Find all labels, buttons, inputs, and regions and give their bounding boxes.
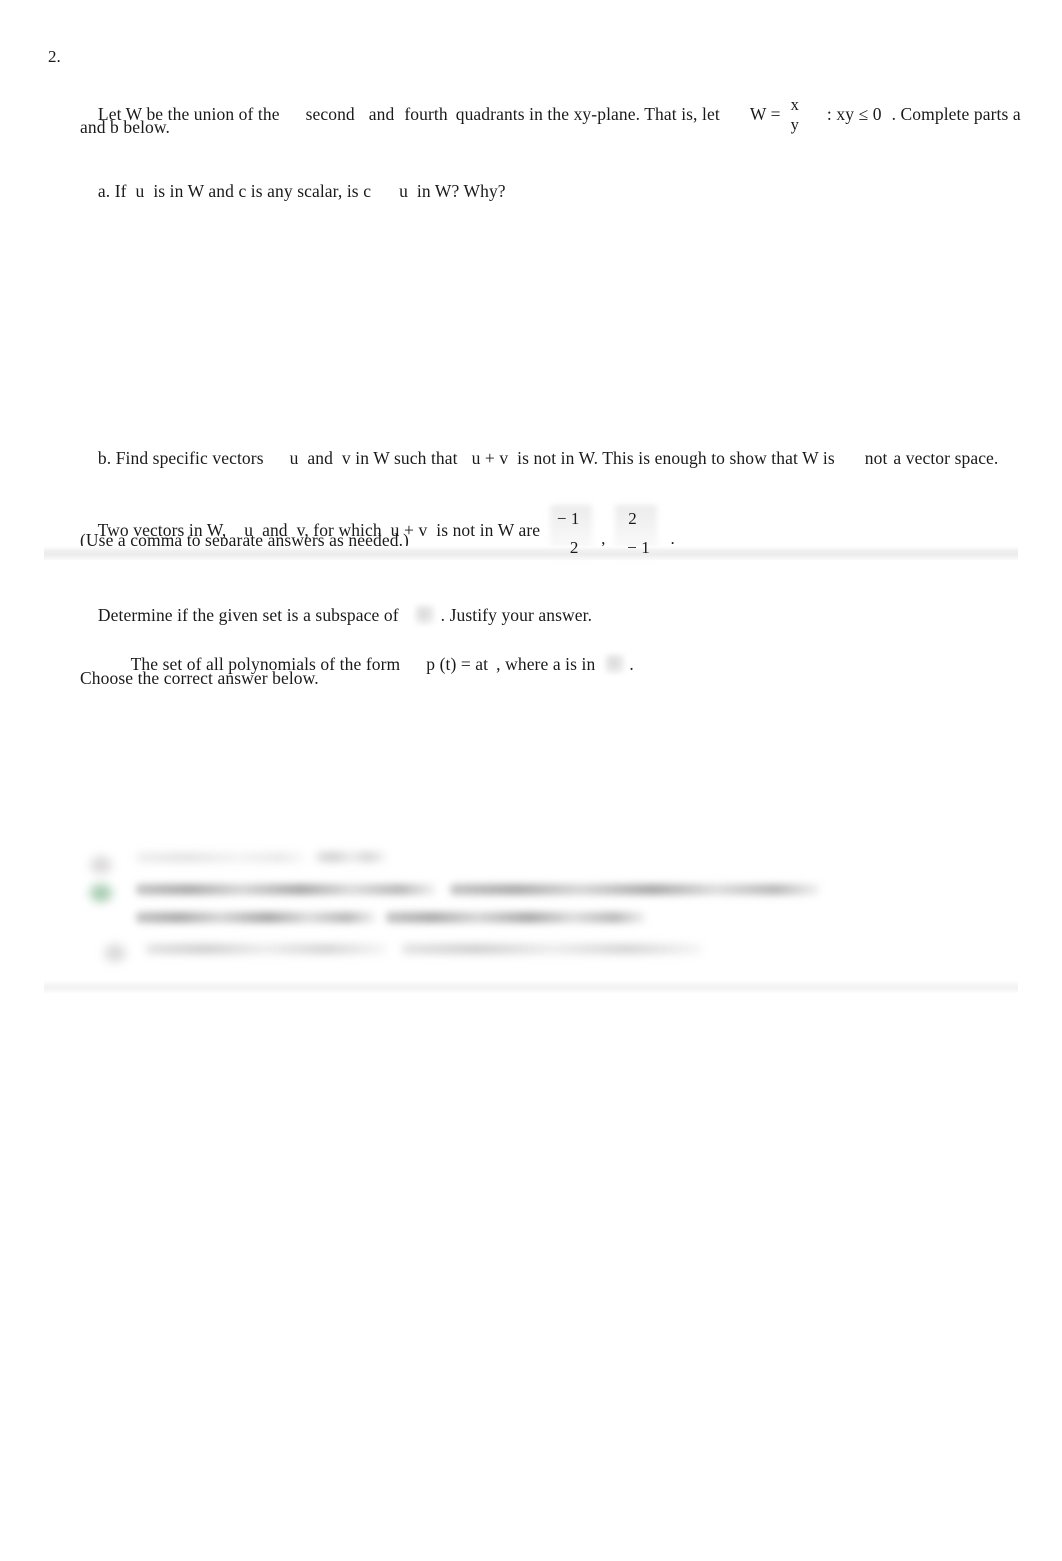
option-b-text-redacted-line2a	[136, 912, 376, 923]
vector-u-top-value: − 1	[556, 509, 580, 528]
answer-options-region	[0, 0, 1062, 1561]
answer-option-b[interactable]	[80, 876, 900, 932]
option-c-text-redacted-2	[402, 944, 702, 954]
answer-input-vector-v[interactable]: 2 − 1	[615, 505, 657, 561]
option-a-text-redacted-2	[316, 852, 386, 862]
answer-input-vector-u[interactable]: − 1 2	[550, 505, 592, 561]
radio-button-option-b-selected-icon[interactable]	[88, 882, 114, 904]
vector-v-bottom-value: − 1	[627, 538, 650, 557]
part-b-answer-vectors: − 1 2, 2− 1.	[550, 505, 675, 561]
vector-v-top-value: 2	[628, 509, 637, 528]
document-page: 2. Let W be the union of the second and fou…	[0, 0, 1062, 1561]
option-a-text-redacted-1	[136, 853, 306, 862]
vector-u-bottom-value: 2	[569, 538, 579, 557]
radio-button-option-a-icon[interactable]	[88, 854, 114, 876]
answer-option-c[interactable]	[80, 940, 880, 970]
radio-button-option-c-icon[interactable]	[102, 942, 128, 964]
option-b-text-redacted-line1b	[450, 884, 820, 895]
section-divider-lower	[44, 980, 1018, 993]
option-b-text-redacted-line1a	[136, 884, 436, 895]
option-b-text-redacted-line2b	[386, 912, 646, 923]
option-c-text-redacted-1	[146, 944, 386, 954]
